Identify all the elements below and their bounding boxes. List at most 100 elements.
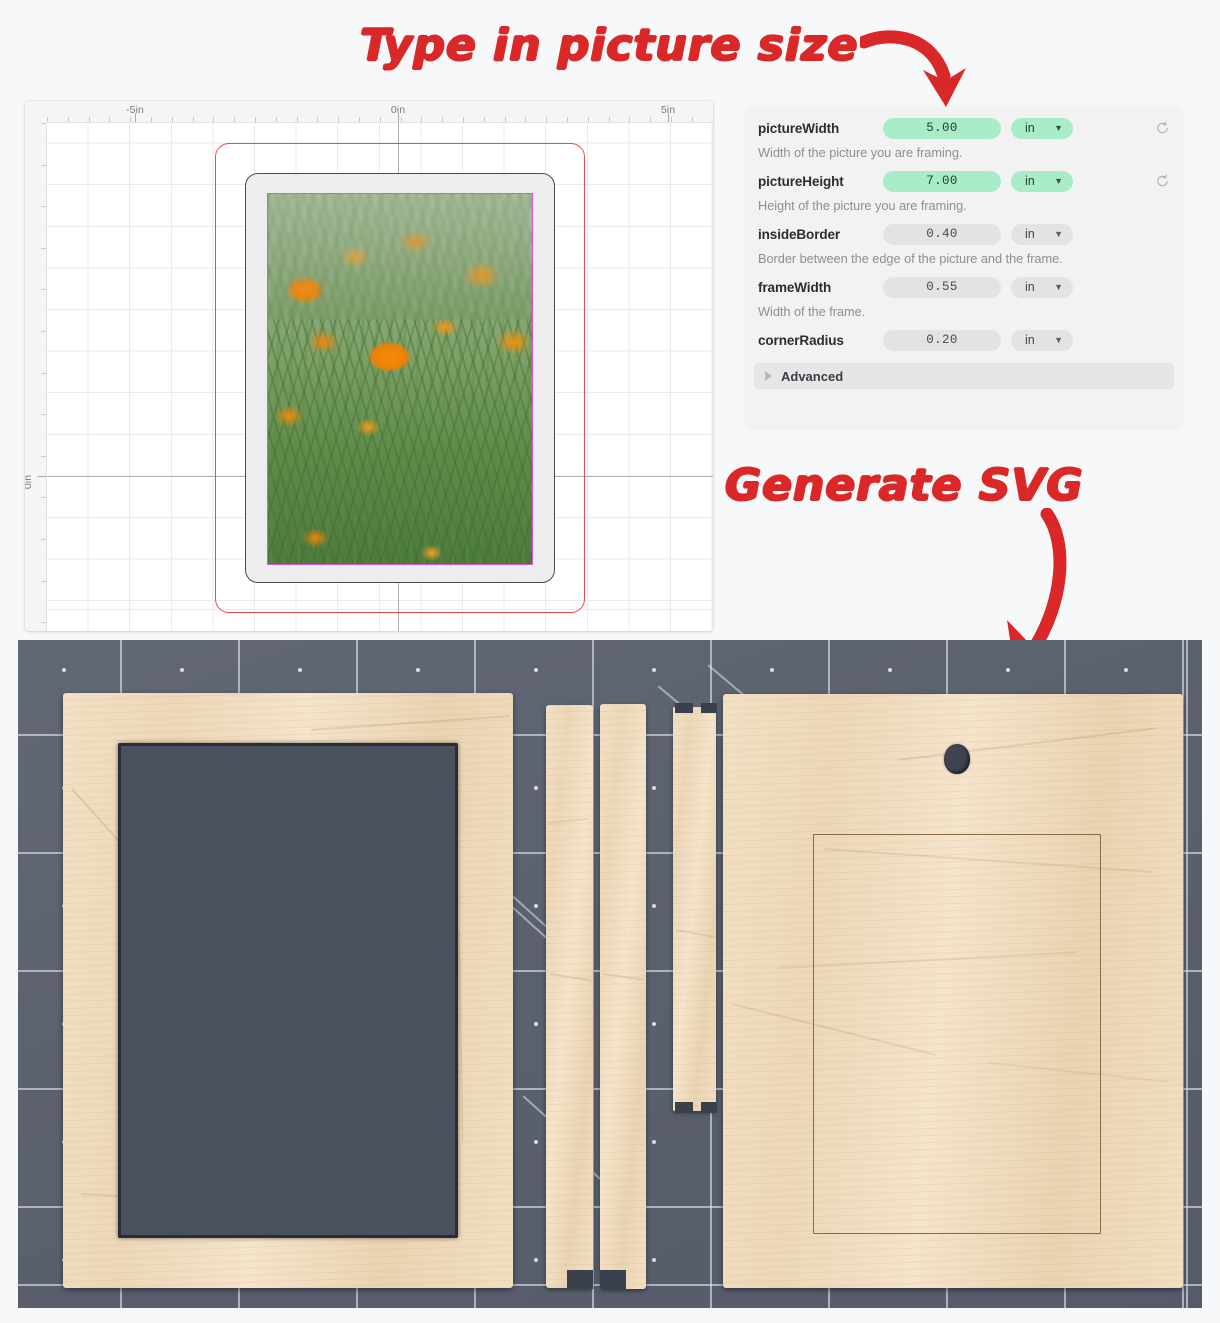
ruler-tick xyxy=(213,117,214,122)
param-input-pictureWidth[interactable]: 5.00 xyxy=(883,117,1001,139)
bed-registration-dot xyxy=(534,1258,538,1262)
ruler-tick xyxy=(629,117,630,122)
ruler-label-5in: 5in xyxy=(660,104,676,116)
ruler-tick xyxy=(41,165,46,166)
param-unit-label-pictureHeight: in xyxy=(1025,174,1035,188)
strip-2-tab-notch xyxy=(600,1270,626,1289)
photo-depth-blur xyxy=(268,194,532,320)
ruler-tick xyxy=(41,539,46,540)
advanced-disclosure[interactable]: Advanced xyxy=(754,363,1174,389)
ruler-label-0in: 0in xyxy=(390,104,406,116)
ruler-tick xyxy=(401,117,402,122)
ruler-tick xyxy=(193,117,194,122)
hanging-hole xyxy=(944,744,970,774)
canvas-grid[interactable] xyxy=(47,123,713,631)
bed-registration-dot xyxy=(1124,668,1128,672)
ruler-tick xyxy=(41,331,46,332)
ruler-tick xyxy=(41,289,46,290)
param-row-cornerRadius[interactable]: cornerRadius 0.20 in ▼ xyxy=(744,326,1184,354)
ruler-tick xyxy=(41,248,46,249)
ruler-tick xyxy=(41,456,46,457)
param-unit-select-cornerRadius[interactable]: in ▼ xyxy=(1011,329,1073,351)
strip-3-top-notch-right xyxy=(701,703,717,713)
bed-registration-dot xyxy=(652,668,656,672)
engraved-picture-outline xyxy=(813,834,1101,1234)
frame-window-cutout xyxy=(118,743,458,1238)
ruler-label-neg5in: -5in xyxy=(126,104,144,116)
param-unit-label-frameWidth: in xyxy=(1025,280,1035,294)
param-unit-label-insideBorder: in xyxy=(1025,227,1035,241)
picture-preview xyxy=(267,193,533,565)
bed-registration-dot xyxy=(652,786,656,790)
ruler-tick xyxy=(255,117,256,122)
ruler-tick xyxy=(151,117,152,122)
ruler-tick xyxy=(41,497,46,498)
param-input-cornerRadius[interactable]: 0.20 xyxy=(883,329,1001,351)
ruler-tick xyxy=(41,206,46,207)
annotation-type-in-picture-size: Type in picture size xyxy=(360,20,859,71)
ruler-tick xyxy=(380,117,381,122)
ruler-tick xyxy=(525,117,526,122)
annotation-generate-svg: Generate SVG xyxy=(725,460,1084,511)
chevron-down-icon: ▼ xyxy=(1054,228,1063,239)
arrow-to-picture-width xyxy=(860,30,966,107)
param-label-cornerRadius: cornerRadius xyxy=(758,332,844,348)
ruler-tick xyxy=(41,123,46,124)
ruler-tick xyxy=(463,117,464,122)
design-preview-canvas[interactable]: -5in 0in 5in 0in xyxy=(25,101,713,631)
param-label-frameWidth: frameWidth xyxy=(758,279,832,295)
ruler-tick xyxy=(421,117,422,122)
ruler-tick xyxy=(41,373,46,374)
strip-1-tab-notch xyxy=(567,1270,593,1289)
reset-icon-pictureHeight[interactable] xyxy=(1155,174,1170,189)
wood-strip-2 xyxy=(600,704,646,1289)
parameters-panel[interactable]: pictureWidth 5.00 in ▼ Width of the pict… xyxy=(744,105,1184,430)
ruler-tick xyxy=(546,117,547,122)
ruler-tick xyxy=(505,117,506,122)
param-desc-frameWidth: Width of the frame. xyxy=(758,304,866,319)
ruler-tick xyxy=(234,117,235,122)
bed-registration-dot xyxy=(652,904,656,908)
strip-3-bottom-notch-left xyxy=(675,1102,693,1113)
chevron-down-icon: ▼ xyxy=(1054,281,1063,292)
ruler-tick xyxy=(109,117,110,122)
ruler-tick xyxy=(609,117,610,122)
reset-icon-pictureWidth[interactable] xyxy=(1155,121,1170,136)
ruler-tick xyxy=(567,117,568,122)
bed-registration-dot xyxy=(1006,668,1010,672)
ruler-tick xyxy=(588,117,589,122)
param-row-frameWidth[interactable]: frameWidth 0.55 in ▼ xyxy=(744,273,1184,301)
bed-scratch xyxy=(707,664,746,697)
ruler-left xyxy=(25,101,47,631)
param-unit-select-insideBorder[interactable]: in ▼ xyxy=(1011,223,1073,245)
ruler-tick-major xyxy=(37,476,46,477)
param-desc-pictureWidth: Width of the picture you are framing. xyxy=(758,145,963,160)
strip-3-bottom-notch-right xyxy=(701,1102,717,1113)
param-input-insideBorder[interactable]: 0.40 xyxy=(883,223,1001,245)
bed-registration-dot xyxy=(770,668,774,672)
bed-registration-dot xyxy=(62,668,66,672)
param-label-pictureHeight: pictureHeight xyxy=(758,173,844,189)
advanced-label: Advanced xyxy=(781,368,844,384)
param-input-pictureHeight[interactable]: 7.00 xyxy=(883,170,1001,192)
ruler-tick xyxy=(41,622,46,623)
param-row-pictureWidth[interactable]: pictureWidth 5.00 in ▼ xyxy=(744,114,1184,142)
param-label-pictureWidth: pictureWidth xyxy=(758,120,840,136)
param-unit-select-pictureWidth[interactable]: in ▼ xyxy=(1011,117,1073,139)
param-row-pictureHeight[interactable]: pictureHeight 7.00 in ▼ xyxy=(744,167,1184,195)
param-unit-label-pictureWidth: in xyxy=(1025,121,1035,135)
tutorial-screenshot: -5in 0in 5in 0in pictureWidth 5.00 in ▼ … xyxy=(0,0,1220,1323)
ruler-label-vertical-0in: 0in xyxy=(25,474,34,490)
wood-strip-1 xyxy=(546,705,593,1288)
ruler-tick xyxy=(317,117,318,122)
param-input-frameWidth[interactable]: 0.55 xyxy=(883,276,1001,298)
bed-registration-dot xyxy=(534,904,538,908)
param-row-insideBorder[interactable]: insideBorder 0.40 in ▼ xyxy=(744,220,1184,248)
ruler-tick xyxy=(297,117,298,122)
param-unit-select-frameWidth[interactable]: in ▼ xyxy=(1011,276,1073,298)
param-desc-pictureHeight: Height of the picture you are framing. xyxy=(758,198,967,213)
chevron-down-icon: ▼ xyxy=(1054,334,1063,345)
bed-registration-dot xyxy=(652,1022,656,1026)
param-unit-select-pictureHeight[interactable]: in ▼ xyxy=(1011,170,1073,192)
ruler-tick xyxy=(338,117,339,122)
